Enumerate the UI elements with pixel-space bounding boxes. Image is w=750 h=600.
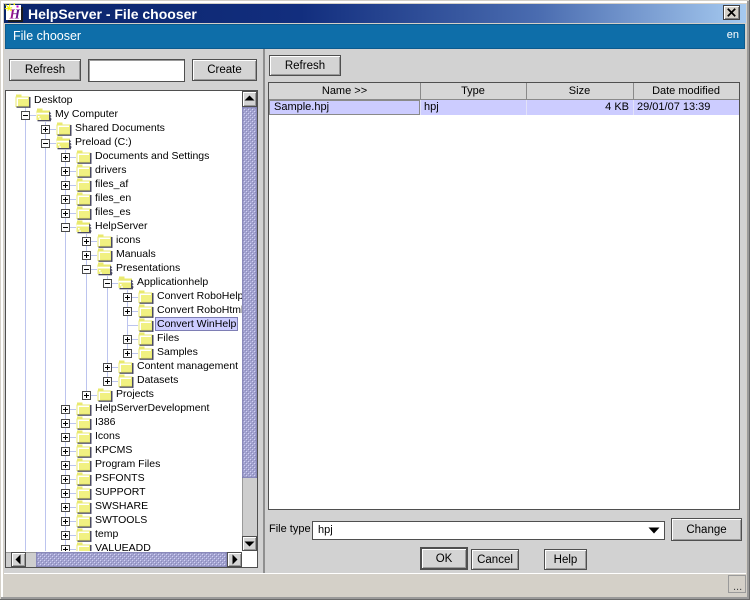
svg-text:H: H (9, 7, 21, 22)
